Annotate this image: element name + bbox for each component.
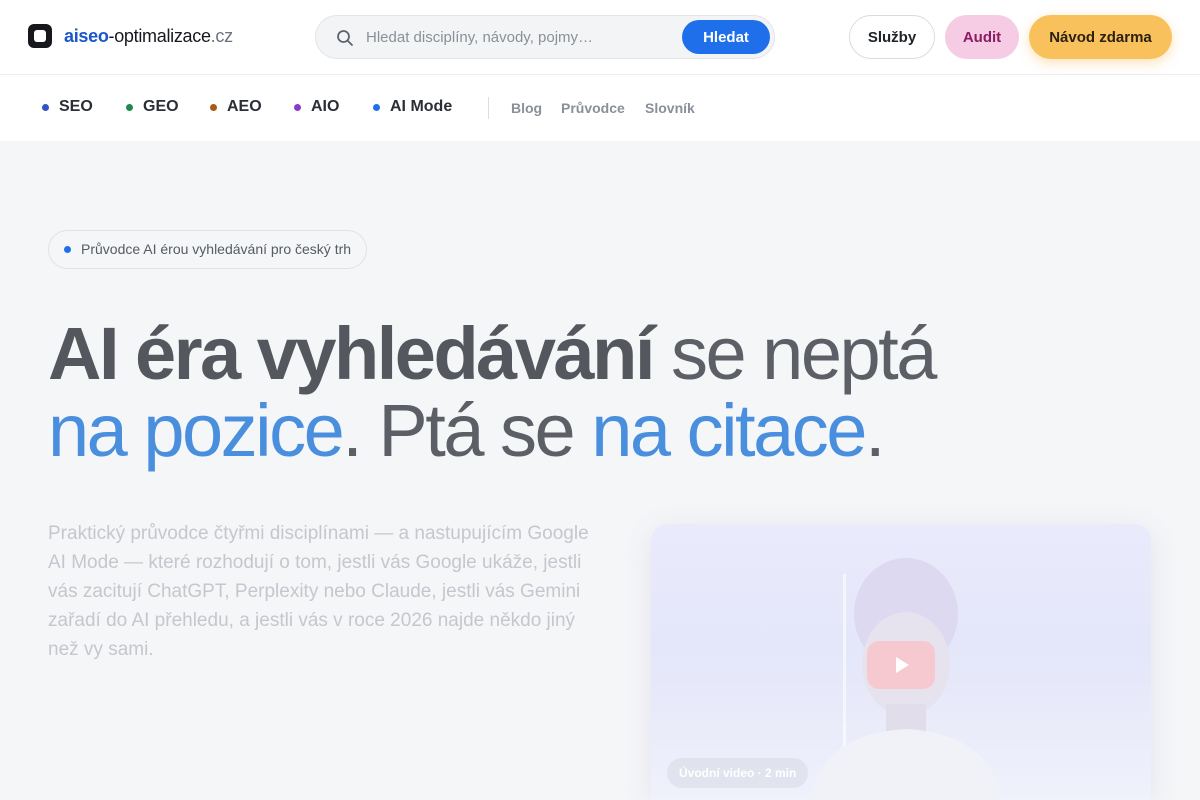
nav-link-guide[interactable]: Průvodce [561,100,625,116]
services-button[interactable]: Služby [849,15,935,59]
nav-item-label: GEO [143,98,179,115]
nav-item-label: SEO [59,98,93,115]
nav-item-ai-mode[interactable]: AI Mode [373,98,452,116]
aio-dot-icon [294,103,301,111]
nav-item-seo[interactable]: SEO [42,98,93,116]
free-guide-button[interactable]: Návod zdarma [1029,15,1172,59]
nav-item-label: AI Mode [390,98,453,115]
video-duration-chip: Úvodní video · 2 min [667,758,809,788]
site-logo[interactable]: aiseo-optimalizace.cz [28,24,233,48]
search-button[interactable]: Hledat [682,20,770,54]
search-icon [337,30,353,46]
geo-dot-icon [126,103,133,111]
top-header: aiseo-optimalizace.cz Hledat Služby Audi… [0,0,1200,75]
search-input[interactable] [366,16,666,58]
hero-section: Průvodce AI érou vyhledávání pro český t… [0,141,1200,800]
nav-item-label: AIO [311,98,340,115]
nav-divider [488,97,489,119]
hero-eyebrow-badge: Průvodce AI érou vyhledávání pro český t… [48,230,368,269]
logo-text: aiseo-optimalizace.cz [64,25,233,46]
nav-link-blog[interactable]: Blog [511,100,542,116]
audit-button[interactable]: Audit [945,15,1019,59]
hero-headline: AI éra vyhledávání se neptá na pozice. Pt… [48,312,937,472]
ai-mode-dot-icon [373,103,380,111]
play-button-icon[interactable] [867,641,935,689]
discipline-nav: SEO GEO AEO AIO AI Mode Blog Průvodce Sl… [0,75,1200,141]
logo-mark-icon [28,24,52,48]
nav-item-aeo[interactable]: AEO [210,98,262,116]
aeo-dot-icon [210,103,217,111]
nav-item-aio[interactable]: AIO [294,98,339,116]
intro-video[interactable]: Úvodní video · 2 min [651,524,1151,800]
nav-item-geo[interactable]: GEO [126,98,179,116]
hero-lead-text: Praktický průvodce čtyřmi disciplínami —… [48,523,589,660]
search-bar: Hledat [315,15,775,59]
seo-dot-icon [42,103,49,111]
nav-link-glossary[interactable]: Slovník [645,100,695,116]
nav-item-label: AEO [227,98,262,115]
